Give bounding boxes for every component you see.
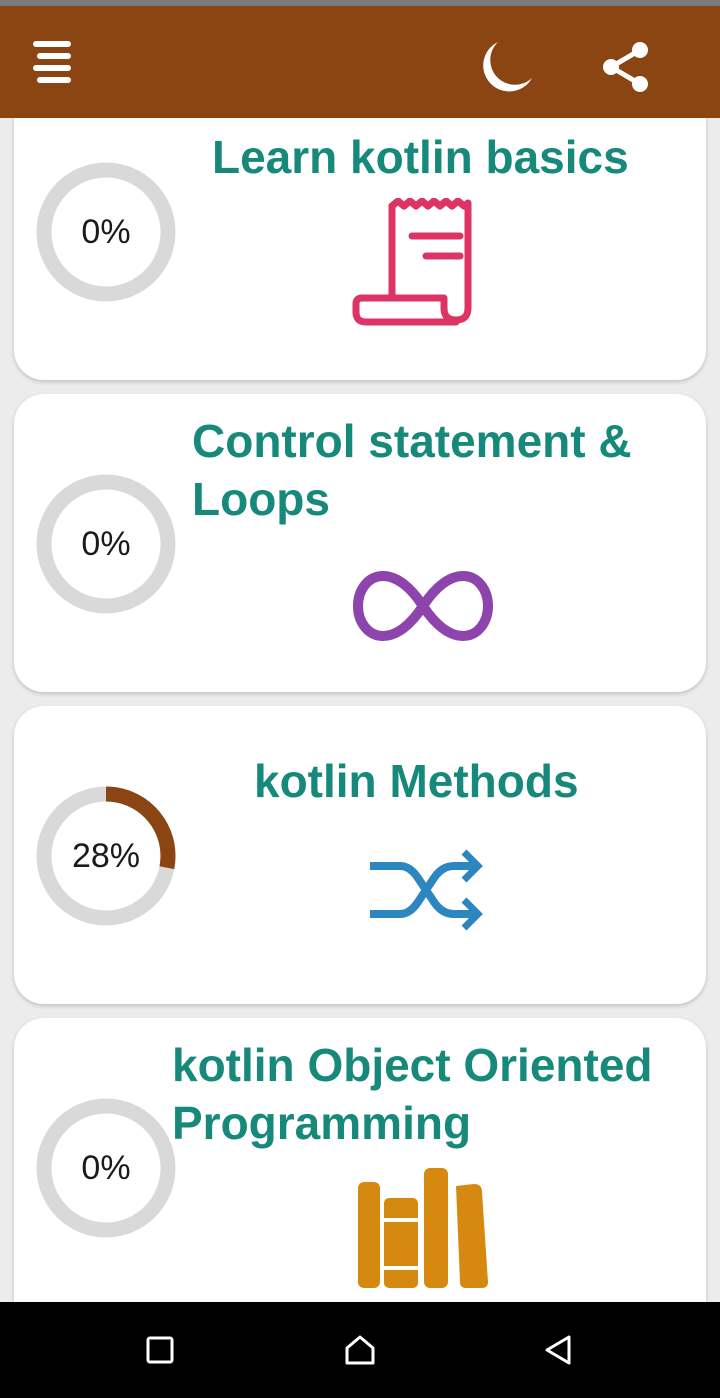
home-icon — [345, 1335, 375, 1365]
moon-icon — [483, 42, 532, 92]
progress-percent-label: 0% — [81, 212, 131, 251]
app-bar — [0, 6, 720, 118]
topic-title: Learn kotlin basics — [212, 131, 629, 183]
home-button[interactable] — [336, 1326, 384, 1374]
menu-button[interactable] — [20, 32, 86, 92]
books-icon — [358, 1168, 488, 1288]
infinity-loop-icon — [352, 570, 494, 642]
document-scroll-icon — [352, 198, 472, 326]
progress-percent-label: 0% — [81, 1148, 131, 1187]
theme-toggle-button[interactable] — [470, 32, 542, 102]
progress-ring: 0% — [36, 162, 176, 302]
topic-card[interactable]: 28% kotlin Methods — [14, 706, 706, 1004]
recents-square-icon — [146, 1336, 174, 1364]
back-triangle-icon — [545, 1335, 571, 1365]
topic-title: kotlin Methods — [254, 755, 579, 807]
topic-list[interactable]: 0% Learn kotlin basics 0% Control statem… — [0, 118, 720, 1302]
topic-card[interactable]: 0% Control statement & Loops — [14, 394, 706, 692]
hamburger-menu-icon — [33, 41, 71, 83]
back-button[interactable] — [534, 1326, 582, 1374]
progress-ring: 0% — [36, 1098, 176, 1238]
topic-title: Control statement & Loops — [192, 415, 632, 525]
progress-ring: 28% — [36, 786, 176, 926]
topic-title: kotlin Object Oriented Programming — [172, 1039, 653, 1149]
share-button[interactable] — [592, 32, 660, 102]
progress-percent-label: 0% — [81, 524, 131, 563]
shuffle-arrows-icon — [370, 849, 483, 931]
topic-card[interactable]: 0% Learn kotlin basics — [14, 118, 706, 380]
progress-percent-label: 28% — [71, 836, 141, 875]
recents-button[interactable] — [136, 1326, 184, 1374]
topic-card[interactable]: 0% kotlin Object Oriented Programming — [14, 1018, 706, 1302]
system-navigation-bar — [0, 1302, 720, 1398]
progress-ring: 0% — [36, 474, 176, 614]
share-icon — [603, 42, 648, 92]
